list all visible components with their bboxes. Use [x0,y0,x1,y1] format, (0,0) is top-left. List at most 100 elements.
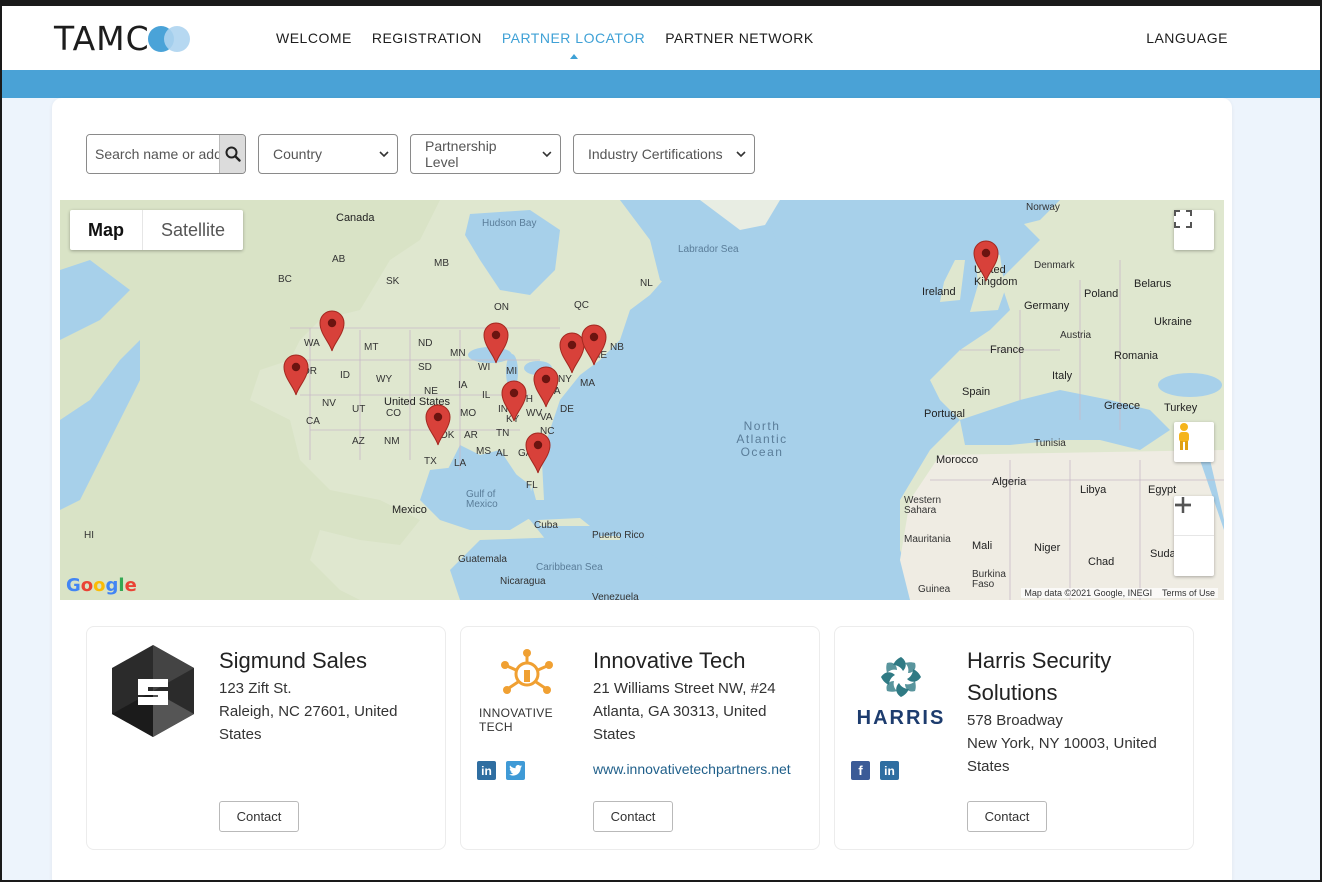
innovative-tech-logo-text: INNOVATIVE TECH [479,706,553,734]
map-label-de: DE [560,404,574,415]
partner-address: 578 Broadway New York, NY 10003, United … [967,709,1182,778]
linkedin-icon[interactable]: in [477,761,496,780]
map-type-map-button[interactable]: Map [70,210,143,250]
map-label-tx: TX [424,456,437,467]
google-logo: Google [66,575,137,596]
map-label-tunisia: Tunisia [1034,438,1066,449]
minus-icon [1175,503,1191,507]
map-label-mt: MT [364,342,379,353]
zoom-out-button[interactable] [1174,503,1214,576]
chevron-down-icon [736,150,746,157]
map-label-mi: MI [506,366,518,377]
map-label-austria: Austria [1060,330,1092,341]
partner-address-line2: New York, NY 10003, United States [967,735,1157,775]
street-view-pegman[interactable] [1174,422,1214,462]
nav-partner-locator[interactable]: PARTNER LOCATOR [502,30,645,59]
language-menu[interactable]: LANGUAGE [1146,30,1228,46]
search-input[interactable] [87,135,219,173]
map-label-ms: MS [476,446,491,457]
map-label-guinea: Guinea [918,584,951,595]
partner-address-line1: 21 Williams Street NW, #24 [593,680,776,697]
pegman-icon [1179,423,1189,450]
map-label-nv: NV [322,398,336,409]
partner-map[interactable]: Canada Hudson Bay Labrador Sea AB BC SK … [60,200,1224,600]
map-label-nb: NB [610,342,624,353]
top-navigation-bar: TAMC WELCOME REGISTRATION PARTNER LOCATO… [2,2,1320,70]
map-label-mali: Mali [972,540,993,552]
partner-locator-panel: Country Partnership Level Industry Certi… [52,98,1232,880]
map-attribution: Map data ©2021 Google, INEGI Terms of Us… [1021,588,1218,598]
partner-marker-pin[interactable] [581,324,607,366]
map-label-ia: IA [458,380,468,391]
search-button[interactable] [219,135,245,173]
map-label-la: LA [454,458,467,469]
partner-marker-pin[interactable] [483,322,509,364]
facebook-icon[interactable]: f [851,761,870,780]
partner-marker-pin[interactable] [319,310,345,352]
contact-button[interactable]: Contact [593,801,673,832]
tamc-logo[interactable]: TAMC [54,22,196,56]
map-label-nm: NM [384,436,400,447]
partner-marker-pin[interactable] [525,432,551,474]
filter-bar: Country Partnership Level Industry Certi… [86,134,755,174]
partnership-level-select[interactable]: Partnership Level [410,134,561,174]
map-label-egypt: Egypt [1148,484,1177,496]
social-links: in [477,761,525,780]
partner-marker-pin[interactable] [425,404,451,446]
twitter-icon[interactable] [506,761,525,780]
partner-address: 21 Williams Street NW, #24 Atlanta, GA 3… [593,677,808,746]
map-label-ny: NY [558,374,572,385]
map-label-poland: Poland [1084,288,1119,300]
map-label-belarus: Belarus [1134,278,1172,290]
map-data-credit: Map data ©2021 Google, INEGI [1024,588,1153,598]
map-label-ukraine: Ukraine [1154,316,1192,328]
map-label-turkey: Turkey [1164,402,1198,414]
map-label-co: CO [386,408,401,419]
map-label-burkina: Burkina Faso [972,569,1006,590]
map-label-id: ID [340,370,350,381]
partner-card: INNOVATIVE TECH Innovative Tech 21 Willi… [460,626,820,850]
map-type-satellite-button[interactable]: Satellite [143,210,243,250]
contact-button[interactable]: Contact [219,801,299,832]
contact-button[interactable]: Contact [967,801,1047,832]
map-label-spain: Spain [962,386,991,398]
partner-website-link[interactable]: www.innovativetechpartners.net [593,761,791,777]
chevron-down-icon [379,150,389,157]
nav-partner-network[interactable]: PARTNER NETWORK [665,30,814,46]
country-select[interactable]: Country [258,134,398,174]
harris-logo: HARRIS [853,643,949,739]
nav-registration[interactable]: REGISTRATION [372,30,482,46]
map-label-nl: NL [640,278,653,289]
map-label-fl: FL [526,480,538,491]
country-select-value: Country [273,146,323,162]
partner-card: HARRIS Harris Security Solutions 578 Bro… [834,626,1194,850]
map-label-nd: ND [418,338,433,349]
partner-marker-pin[interactable] [283,354,309,396]
map-label-on: ON [494,302,509,313]
map-label-algeria: Algeria [992,476,1027,488]
map-label-germany: Germany [1024,300,1070,312]
partner-marker-pin[interactable] [973,240,999,282]
harris-logo-text: HARRIS [856,706,946,729]
linkedin-icon[interactable]: in [880,761,899,780]
partner-name: Sigmund Sales [219,648,367,673]
industry-certifications-value: Industry Certifications [588,146,723,162]
map-label-il: IL [482,390,491,401]
map-label-norway: Norway [1026,202,1060,213]
terms-of-use-link[interactable]: Terms of Use [1162,588,1215,598]
industry-certifications-select[interactable]: Industry Certifications [573,134,755,174]
map-label-wa: WA [304,338,320,349]
map-label-caribbean: Caribbean Sea [536,562,603,573]
map-label-chad: Chad [1088,556,1115,568]
map-label-venezuela: Venezuela [592,592,639,600]
map-label-mo: MO [460,408,477,419]
map-label-ab: AB [332,254,346,265]
map-label-qc: QC [574,300,589,311]
partner-marker-pin[interactable] [533,366,559,408]
map-label-ca: CA [306,416,320,427]
map-label-mexico: Mexico [392,504,427,516]
nav-welcome[interactable]: WELCOME [276,30,352,46]
partnership-level-value: Partnership Level [425,138,497,170]
fullscreen-button[interactable] [1174,210,1214,250]
partner-marker-pin[interactable] [501,380,527,422]
